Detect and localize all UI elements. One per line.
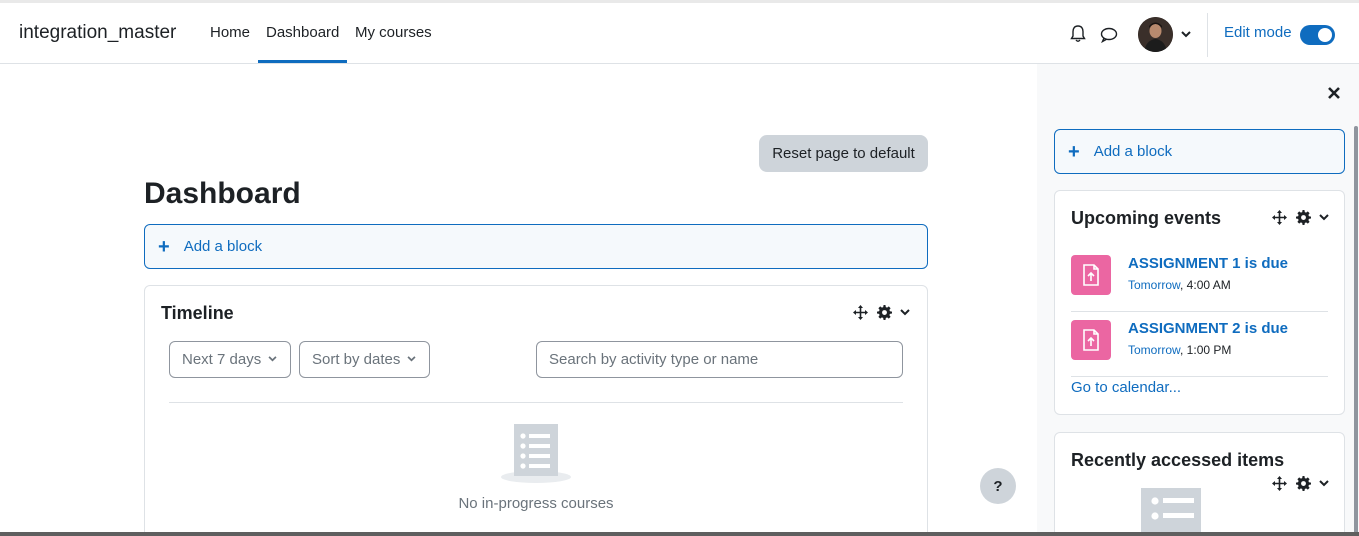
gear-icon[interactable] — [877, 305, 892, 320]
event-day-link[interactable]: Tomorrow — [1128, 278, 1180, 292]
timeline-sort-select[interactable]: Sort by dates — [299, 341, 430, 378]
event-date: Tomorrow, 1:00 PM — [1128, 343, 1231, 357]
add-block-button-main[interactable]: + Add a block — [144, 224, 928, 269]
event-divider — [1071, 311, 1328, 312]
empty-list-icon — [501, 424, 571, 483]
event-title-link[interactable]: ASSIGNMENT 2 is due — [1128, 320, 1288, 337]
event-day-link[interactable]: Tomorrow — [1128, 343, 1180, 357]
move-icon[interactable] — [852, 304, 869, 321]
add-block-label: Add a block — [1093, 143, 1173, 160]
nav-dashboard[interactable]: Dashboard — [266, 24, 339, 41]
site-name[interactable]: integration_master — [19, 22, 176, 44]
timeline-block-controls — [852, 304, 910, 321]
user-menu-chevron-down-icon[interactable] — [1179, 27, 1193, 41]
plus-icon: + — [158, 235, 170, 258]
reset-page-button[interactable]: Reset page to default — [759, 135, 928, 172]
window-bottom-edge — [0, 532, 1359, 536]
help-button[interactable]: ? — [980, 468, 1016, 504]
event-title-link[interactable]: ASSIGNMENT 1 is due — [1128, 255, 1288, 272]
go-to-calendar-link[interactable]: Go to calendar... — [1071, 379, 1181, 396]
timeline-day-filter[interactable]: Next 7 days — [169, 341, 291, 378]
top-navbar: integration_master Home Dashboard My cou… — [0, 3, 1359, 64]
chevron-down-icon — [407, 354, 416, 365]
add-block-label: Add a block — [183, 238, 263, 255]
gear-icon[interactable] — [1296, 476, 1311, 491]
gear-icon[interactable] — [1296, 210, 1311, 225]
edit-mode-toggle[interactable] — [1300, 25, 1335, 45]
add-block-button-drawer[interactable]: + Add a block — [1054, 129, 1345, 174]
event-divider — [1071, 376, 1328, 377]
timeline-empty-message: No in-progress courses — [458, 495, 614, 512]
drawer-scrollbar[interactable] — [1354, 126, 1358, 536]
event-time: , 4:00 AM — [1180, 278, 1231, 292]
upcoming-block-controls — [1271, 209, 1329, 226]
chevron-down-icon[interactable] — [1319, 214, 1329, 221]
day-filter-label: Next 7 days — [182, 351, 262, 368]
assignment-upload-icon — [1071, 255, 1111, 295]
nav-home[interactable]: Home — [210, 24, 250, 41]
plus-icon: + — [1068, 140, 1080, 163]
sort-label: Sort by dates — [312, 351, 401, 368]
chevron-down-icon — [268, 354, 277, 365]
recently-accessed-title: Recently accessed items — [1071, 450, 1285, 470]
upcoming-events-title: Upcoming events — [1071, 208, 1222, 228]
empty-recent-items-icon — [1141, 488, 1201, 536]
timeline-divider — [169, 402, 903, 403]
user-avatar[interactable] — [1138, 17, 1173, 52]
move-icon[interactable] — [1271, 475, 1288, 492]
timeline-title: Timeline — [161, 303, 234, 323]
edit-mode-label[interactable]: Edit mode — [1224, 24, 1292, 41]
chevron-down-icon[interactable] — [900, 309, 910, 316]
navbar-separator — [1207, 13, 1208, 57]
assignment-upload-icon — [1071, 320, 1111, 360]
event-item: ASSIGNMENT 2 is due Tomorrow, 1:00 PM — [1071, 320, 1328, 365]
close-drawer-icon[interactable] — [1328, 83, 1340, 104]
chevron-down-icon[interactable] — [1319, 480, 1329, 487]
page-title: Dashboard — [144, 177, 301, 210]
timeline-search-input[interactable] — [536, 341, 903, 378]
notifications-bell-icon[interactable] — [1068, 24, 1088, 44]
nav-my-courses[interactable]: My courses — [355, 24, 432, 41]
event-date: Tomorrow, 4:00 AM — [1128, 278, 1231, 292]
recent-block-controls — [1271, 475, 1329, 492]
toggle-knob — [1318, 28, 1332, 42]
nav-active-indicator — [258, 60, 347, 63]
event-time: , 1:00 PM — [1180, 343, 1232, 357]
move-icon[interactable] — [1271, 209, 1288, 226]
event-item: ASSIGNMENT 1 is due Tomorrow, 4:00 AM — [1071, 255, 1328, 300]
messages-chat-icon[interactable] — [1099, 25, 1119, 45]
